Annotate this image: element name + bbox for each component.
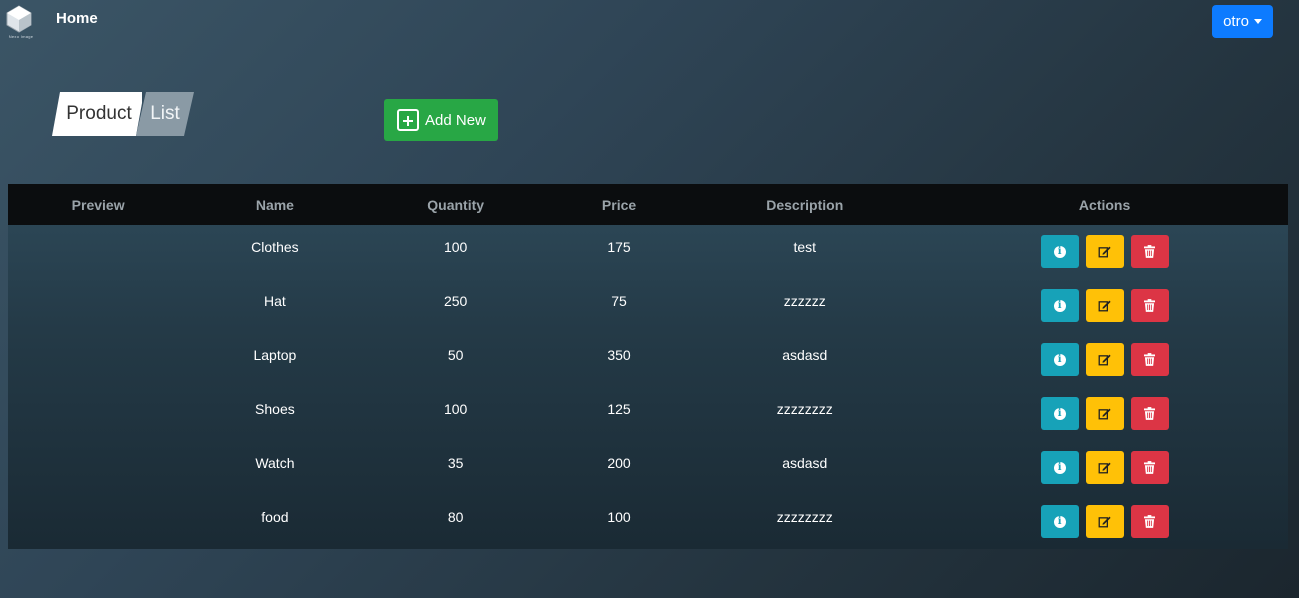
actions-cell: i — [921, 225, 1288, 279]
description-cell: test — [793, 239, 817, 255]
name-cell: Hat — [264, 293, 286, 309]
info-button[interactable]: i — [1040, 505, 1079, 538]
description-cell: zzzzzzzz — [776, 401, 833, 417]
name-cell: food — [261, 509, 289, 525]
logo-text: Nexo Image — [8, 34, 34, 39]
info-button[interactable]: i — [1040, 235, 1079, 268]
navbar: Nexo Image Home otro — [0, 0, 1299, 50]
preview-cell — [8, 225, 188, 279]
price-cell: 175 — [607, 239, 631, 255]
actions-cell: i — [921, 333, 1288, 387]
table-header-row: Preview Name Quantity Price Description … — [8, 184, 1288, 225]
edit-button[interactable] — [1085, 397, 1124, 430]
quantity-cell: 100 — [443, 401, 468, 417]
edit-button[interactable] — [1085, 343, 1124, 376]
info-icon: i — [1053, 407, 1066, 420]
info-button[interactable]: i — [1040, 451, 1079, 484]
trash-icon — [1144, 407, 1156, 420]
price-cell: 200 — [607, 455, 631, 471]
product-table: Preview Name Quantity Price Description … — [8, 184, 1288, 549]
table-row: Watch 35 200 asdasd i — [8, 441, 1288, 495]
info-button[interactable]: i — [1040, 397, 1079, 430]
edit-button[interactable] — [1085, 289, 1124, 322]
table-row: food 80 100 zzzzzzzz i — [8, 495, 1288, 549]
header-price: Price — [601, 196, 637, 213]
edit-icon — [1098, 300, 1111, 312]
delete-button[interactable] — [1130, 343, 1169, 376]
user-menu-dropdown[interactable]: otro — [1212, 5, 1273, 38]
quantity-cell: 50 — [447, 347, 464, 363]
edit-icon — [1098, 408, 1111, 420]
description-cell: asdasd — [782, 455, 828, 471]
header-description: Description — [766, 196, 844, 213]
info-icon: i — [1053, 461, 1066, 474]
price-cell: 350 — [607, 347, 631, 363]
info-icon: i — [1053, 515, 1066, 528]
description-cell: asdasd — [782, 347, 828, 363]
trash-icon — [1144, 299, 1156, 312]
trash-icon — [1144, 353, 1156, 366]
name-cell: Shoes — [255, 401, 295, 417]
name-cell: Laptop — [253, 347, 297, 363]
preview-cell — [8, 333, 188, 387]
table-row: Shoes 100 125 zzzzzzzz i — [8, 387, 1288, 441]
table-row: Clothes 100 175 test i — [8, 225, 1288, 279]
preview-cell — [8, 279, 188, 333]
quantity-cell: 80 — [447, 509, 464, 525]
trash-icon — [1144, 515, 1156, 528]
add-new-button[interactable]: Add New — [384, 99, 498, 141]
price-cell: 125 — [607, 401, 631, 417]
trash-icon — [1144, 245, 1156, 258]
actions-cell: i — [921, 495, 1288, 549]
preview-cell — [8, 495, 188, 549]
edit-button[interactable] — [1085, 505, 1124, 538]
header-preview: Preview — [71, 196, 125, 213]
price-cell: 100 — [607, 509, 631, 525]
delete-button[interactable] — [1130, 505, 1169, 538]
edit-icon — [1098, 354, 1111, 366]
plus-square-icon — [397, 109, 419, 131]
quantity-cell: 250 — [443, 293, 468, 309]
name-cell: Watch — [255, 455, 295, 471]
logo[interactable]: Nexo Image — [4, 4, 34, 39]
trash-icon — [1144, 461, 1156, 474]
edit-button[interactable] — [1085, 451, 1124, 484]
actions-cell: i — [921, 279, 1288, 333]
info-button[interactable]: i — [1040, 289, 1079, 322]
actions-cell: i — [921, 387, 1288, 441]
info-icon: i — [1053, 299, 1066, 312]
header-name: Name — [255, 196, 294, 213]
header-quantity: Quantity — [427, 196, 485, 213]
table-row: Laptop 50 350 asdasd i — [8, 333, 1288, 387]
edit-icon — [1098, 516, 1111, 528]
header-actions: Actions — [1078, 196, 1131, 213]
logo-icon — [6, 5, 32, 33]
preview-cell — [8, 441, 188, 495]
quantity-cell: 35 — [447, 455, 464, 471]
page-title-product: Product — [52, 92, 142, 136]
user-menu-label: otro — [1223, 13, 1249, 30]
quantity-cell: 100 — [443, 239, 468, 255]
add-new-label: Add New — [425, 111, 486, 129]
price-cell: 75 — [611, 293, 627, 309]
delete-button[interactable] — [1130, 235, 1169, 268]
edit-icon — [1098, 246, 1111, 258]
actions-cell: i — [921, 441, 1288, 495]
info-button[interactable]: i — [1040, 343, 1079, 376]
edit-icon — [1098, 462, 1111, 474]
delete-button[interactable] — [1130, 397, 1169, 430]
page-title-list: List — [136, 92, 194, 136]
info-icon: i — [1053, 353, 1066, 366]
delete-button[interactable] — [1130, 289, 1169, 322]
edit-button[interactable] — [1085, 235, 1124, 268]
name-cell: Clothes — [251, 239, 299, 255]
delete-button[interactable] — [1130, 451, 1169, 484]
preview-cell — [8, 387, 188, 441]
description-cell: zzzzzz — [783, 293, 826, 309]
table-row: Hat 250 75 zzzzzz i — [8, 279, 1288, 333]
info-icon: i — [1053, 245, 1066, 258]
nav-home-link[interactable]: Home — [56, 10, 98, 27]
chevron-down-icon — [1253, 19, 1262, 24]
description-cell: zzzzzzzz — [776, 509, 833, 525]
